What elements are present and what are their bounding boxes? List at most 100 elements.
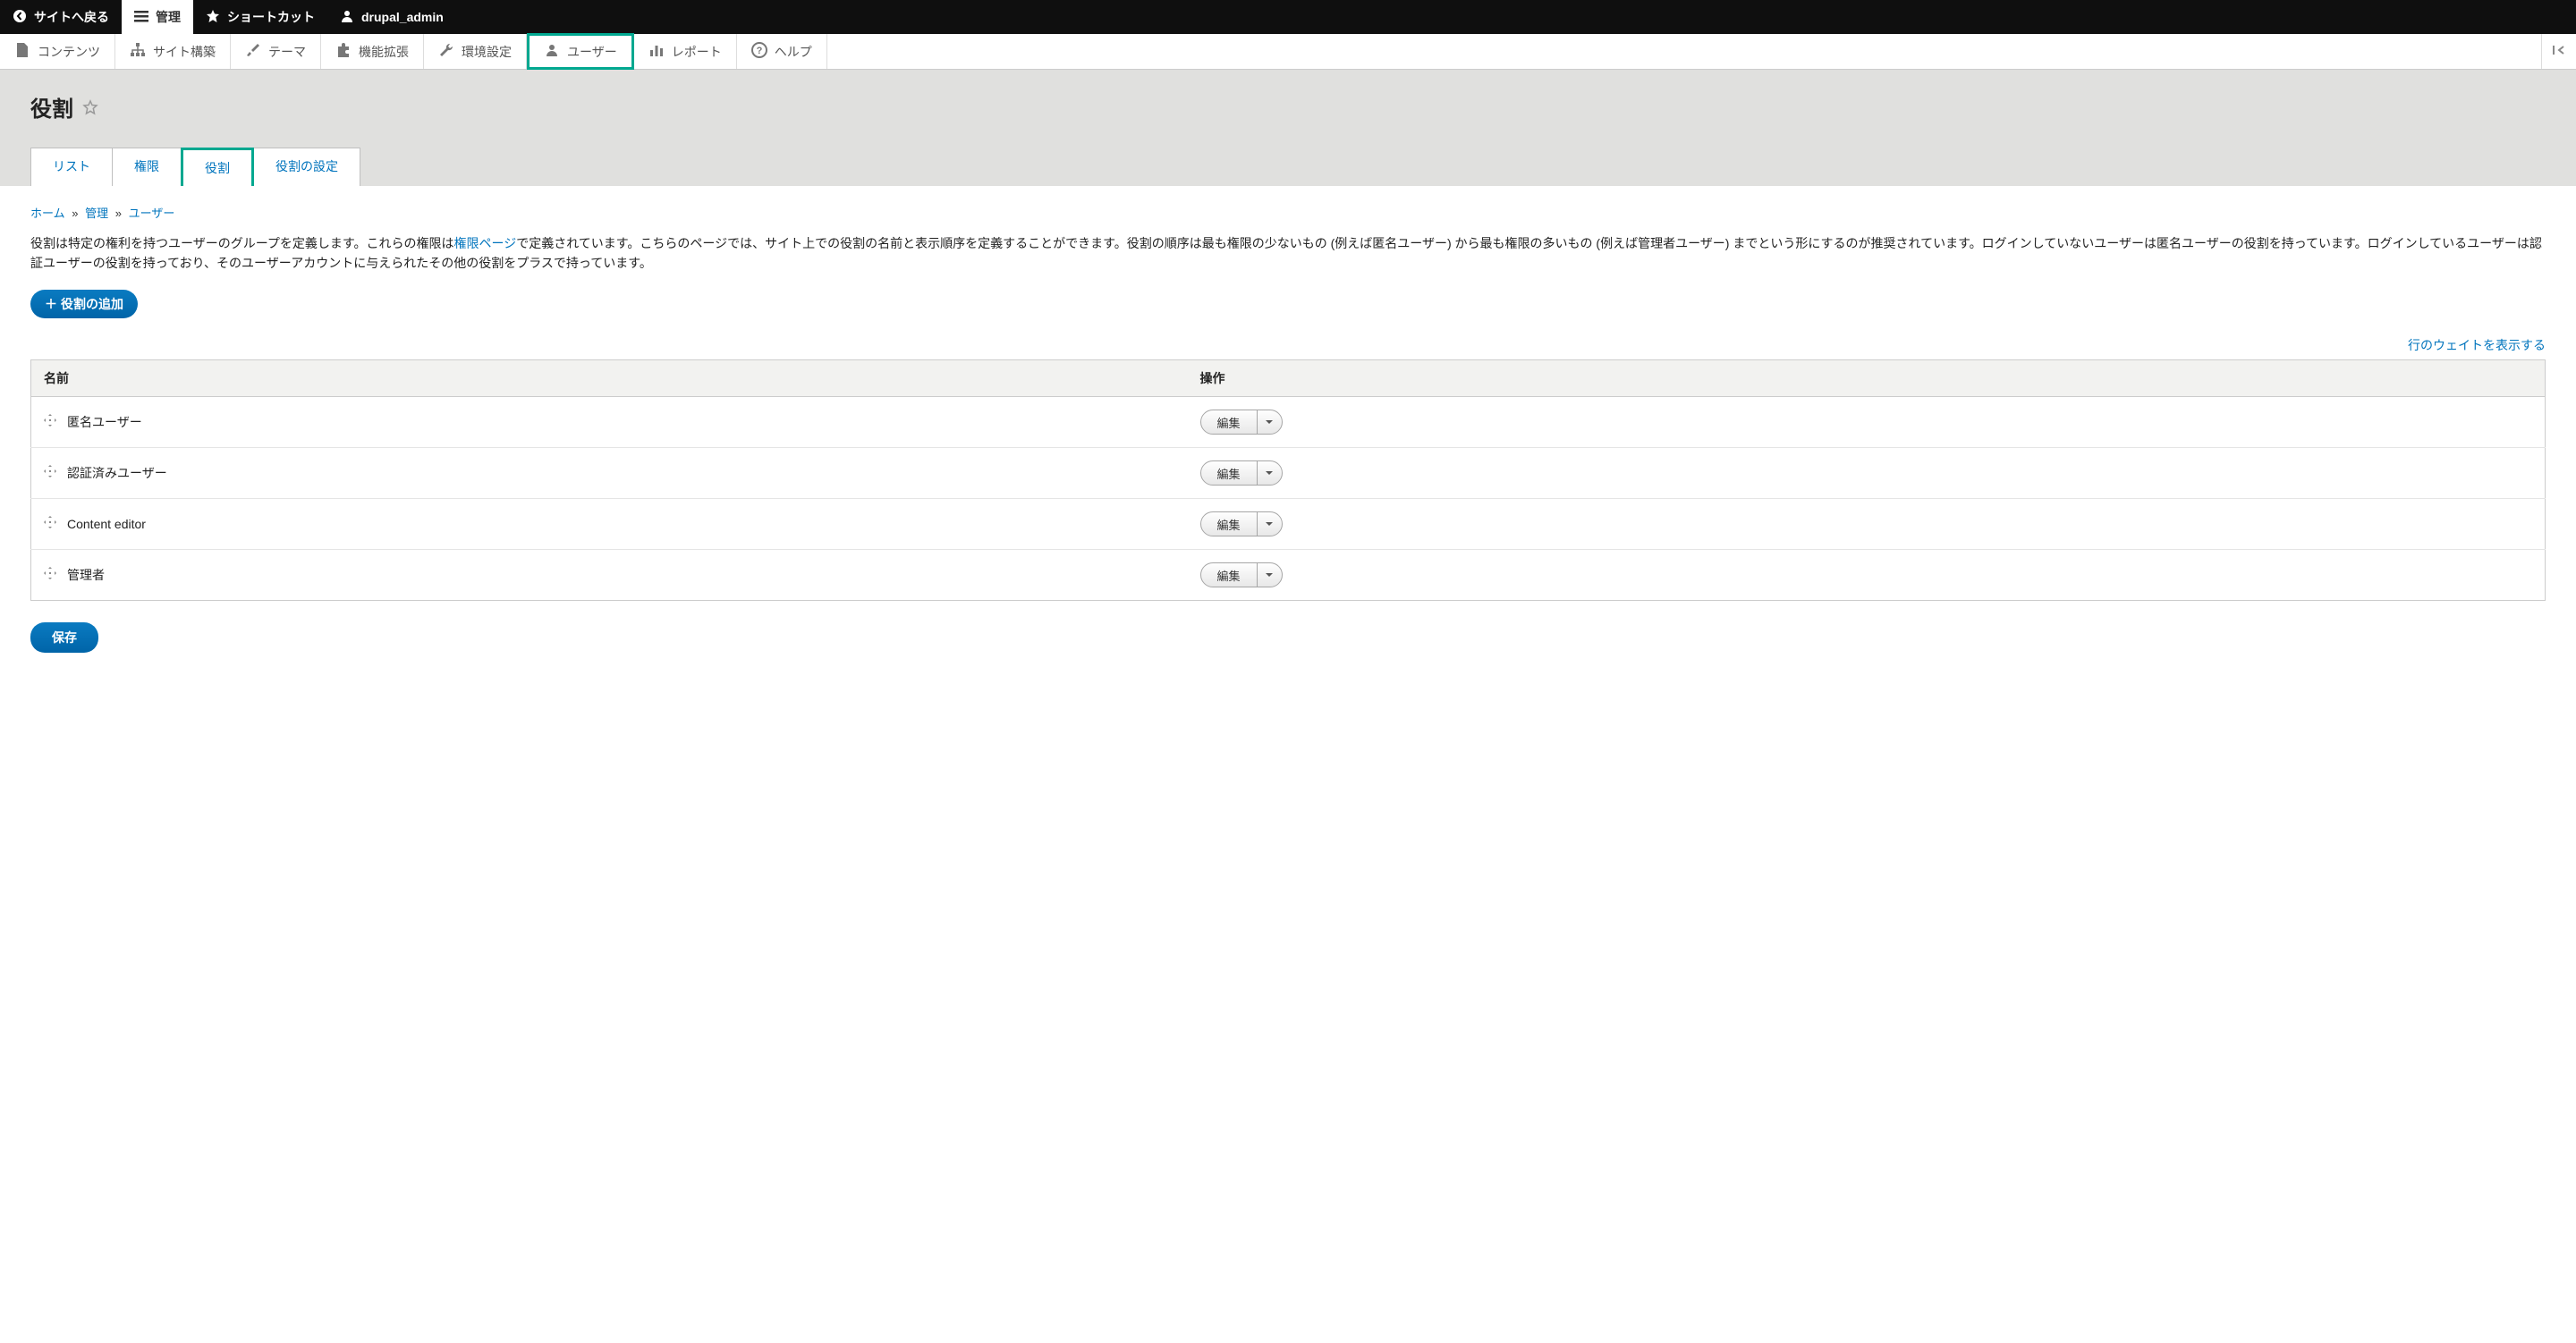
- breadcrumb-people[interactable]: ユーザー: [129, 207, 175, 220]
- role-name-cell: 認証済みユーザー: [31, 447, 1188, 498]
- table-row: 管理者 編集: [31, 549, 2546, 600]
- breadcrumb-admin[interactable]: 管理: [85, 207, 108, 220]
- breadcrumb-sep: »: [72, 207, 78, 220]
- file-icon: [14, 42, 30, 61]
- dropbutton: 編集: [1200, 460, 1283, 486]
- add-role-label: 役割の追加: [61, 295, 123, 313]
- admin-menu-content[interactable]: コンテンツ: [0, 34, 115, 69]
- toolbar-orientation-toggle[interactable]: [2541, 34, 2576, 69]
- admin-menu-appearance[interactable]: テーマ: [231, 34, 321, 69]
- drag-handle-icon[interactable]: [44, 516, 56, 531]
- table-row: 認証済みユーザー 編集: [31, 447, 2546, 498]
- edit-button[interactable]: 編集: [1201, 563, 1257, 587]
- top-toolbar: サイトへ戻る 管理 ショートカット drupal_admin: [0, 0, 2576, 34]
- drag-handle-icon[interactable]: [44, 567, 56, 582]
- dropbutton: 編集: [1200, 410, 1283, 435]
- help-label: ヘルプ: [775, 43, 812, 61]
- edit-button[interactable]: 編集: [1201, 461, 1257, 485]
- page-title: 役割: [30, 91, 73, 122]
- show-weights-link[interactable]: 行のウェイトを表示する: [2408, 338, 2546, 352]
- roles-table: 名前 操作 匿名ユーザー編集認証済みユーザー編集Content editor編集…: [30, 359, 2546, 601]
- breadcrumb-sep: »: [115, 207, 122, 220]
- drag-handle-icon[interactable]: [44, 465, 56, 480]
- back-to-site-label: サイトへ戻る: [34, 8, 109, 26]
- tab-roles[interactable]: 役割: [181, 148, 254, 186]
- puzzle-icon: [335, 42, 352, 61]
- add-shortcut-star-icon[interactable]: [82, 99, 98, 115]
- user-label: drupal_admin: [361, 10, 444, 24]
- content-label: コンテンツ: [38, 43, 100, 61]
- chart-icon: [648, 42, 665, 61]
- role-name: 管理者: [67, 568, 105, 582]
- role-ops-cell: 編集: [1188, 549, 2546, 600]
- extend-label: 機能拡張: [359, 43, 409, 61]
- th-operations: 操作: [1188, 359, 2546, 396]
- page-header: 役割 リスト 権限 役割 役割の設定: [0, 70, 2576, 186]
- primary-tabs: リスト 権限 役割 役割の設定: [30, 148, 2546, 186]
- star-icon: [206, 9, 220, 26]
- permissions-page-link[interactable]: 権限ページ: [453, 236, 516, 250]
- edit-button[interactable]: 編集: [1201, 410, 1257, 434]
- role-name-cell: 匿名ユーザー: [31, 396, 1188, 447]
- dropbutton-toggle[interactable]: [1257, 563, 1282, 587]
- th-name: 名前: [31, 359, 1188, 396]
- table-row: Content editor 編集: [31, 498, 2546, 549]
- role-ops-cell: 編集: [1188, 447, 2546, 498]
- breadcrumb: ホーム » 管理 » ユーザー: [30, 204, 2546, 221]
- admin-menu-configuration[interactable]: 環境設定: [424, 34, 527, 69]
- role-name: Content editor: [67, 517, 146, 531]
- reports-label: レポート: [672, 43, 722, 61]
- dropbutton-toggle[interactable]: [1257, 410, 1282, 434]
- appearance-label: テーマ: [268, 43, 306, 61]
- collapse-icon: [2551, 42, 2567, 61]
- back-to-site-link[interactable]: サイトへ戻る: [0, 0, 122, 34]
- role-name: 匿名ユーザー: [67, 415, 142, 429]
- admin-menu-extend[interactable]: 機能拡張: [321, 34, 424, 69]
- dropbutton-toggle[interactable]: [1257, 512, 1282, 536]
- show-row-weights: 行のウェイトを表示する: [30, 336, 2546, 354]
- hamburger-icon: [134, 9, 148, 26]
- table-row: 匿名ユーザー 編集: [31, 396, 2546, 447]
- admin-menu-reports[interactable]: レポート: [634, 34, 737, 69]
- back-arrow-icon: [13, 9, 27, 26]
- role-ops-cell: 編集: [1188, 498, 2546, 549]
- manage-label: 管理: [156, 8, 181, 26]
- dropbutton: 編集: [1200, 562, 1283, 587]
- edit-button[interactable]: 編集: [1201, 512, 1257, 536]
- page-title-row: 役割: [30, 91, 2546, 122]
- role-name-cell: Content editor: [31, 498, 1188, 549]
- people-icon: [544, 42, 560, 61]
- shortcuts-label: ショートカット: [227, 8, 315, 26]
- save-button[interactable]: 保存: [30, 622, 98, 653]
- admin-menu: コンテンツ サイト構築 テーマ 機能拡張 環境設定 ユーザー レポート ? ヘル…: [0, 34, 2576, 70]
- tab-permissions[interactable]: 権限: [112, 148, 182, 186]
- user-account-link[interactable]: drupal_admin: [327, 0, 456, 34]
- dropbutton-toggle[interactable]: [1257, 461, 1282, 485]
- wrench-icon: [438, 42, 454, 61]
- main-content: ホーム » 管理 » ユーザー 役割は特定の権利を持つユーザーのグループを定義し…: [0, 186, 2576, 671]
- shortcuts-link[interactable]: ショートカット: [193, 0, 327, 34]
- configuration-label: 環境設定: [462, 43, 512, 61]
- structure-icon: [130, 42, 146, 61]
- add-role-button[interactable]: ＋ 役割の追加: [30, 290, 138, 318]
- admin-menu-help[interactable]: ? ヘルプ: [737, 34, 827, 69]
- plus-icon: ＋: [45, 295, 57, 313]
- drag-handle-icon[interactable]: [44, 414, 56, 429]
- dropbutton: 編集: [1200, 511, 1283, 536]
- manage-toggle[interactable]: 管理: [122, 0, 193, 34]
- help-icon: ?: [751, 42, 767, 61]
- admin-menu-structure[interactable]: サイト構築: [115, 34, 231, 69]
- people-label: ユーザー: [567, 43, 617, 61]
- role-ops-cell: 編集: [1188, 396, 2546, 447]
- user-icon: [340, 9, 354, 26]
- admin-menu-people[interactable]: ユーザー: [527, 33, 634, 70]
- tab-list[interactable]: リスト: [30, 148, 113, 186]
- svg-text:?: ?: [756, 46, 762, 56]
- breadcrumb-home[interactable]: ホーム: [30, 207, 65, 220]
- page-description: 役割は特定の権利を持つユーザーのグループを定義します。これらの権限は権限ページで…: [30, 233, 2546, 274]
- desc-part1: 役割は特定の権利を持つユーザーのグループを定義します。これらの権限は: [30, 236, 453, 250]
- role-name: 認証済みユーザー: [67, 466, 167, 480]
- structure-label: サイト構築: [153, 43, 216, 61]
- tab-role-settings[interactable]: 役割の設定: [253, 148, 360, 186]
- role-name-cell: 管理者: [31, 549, 1188, 600]
